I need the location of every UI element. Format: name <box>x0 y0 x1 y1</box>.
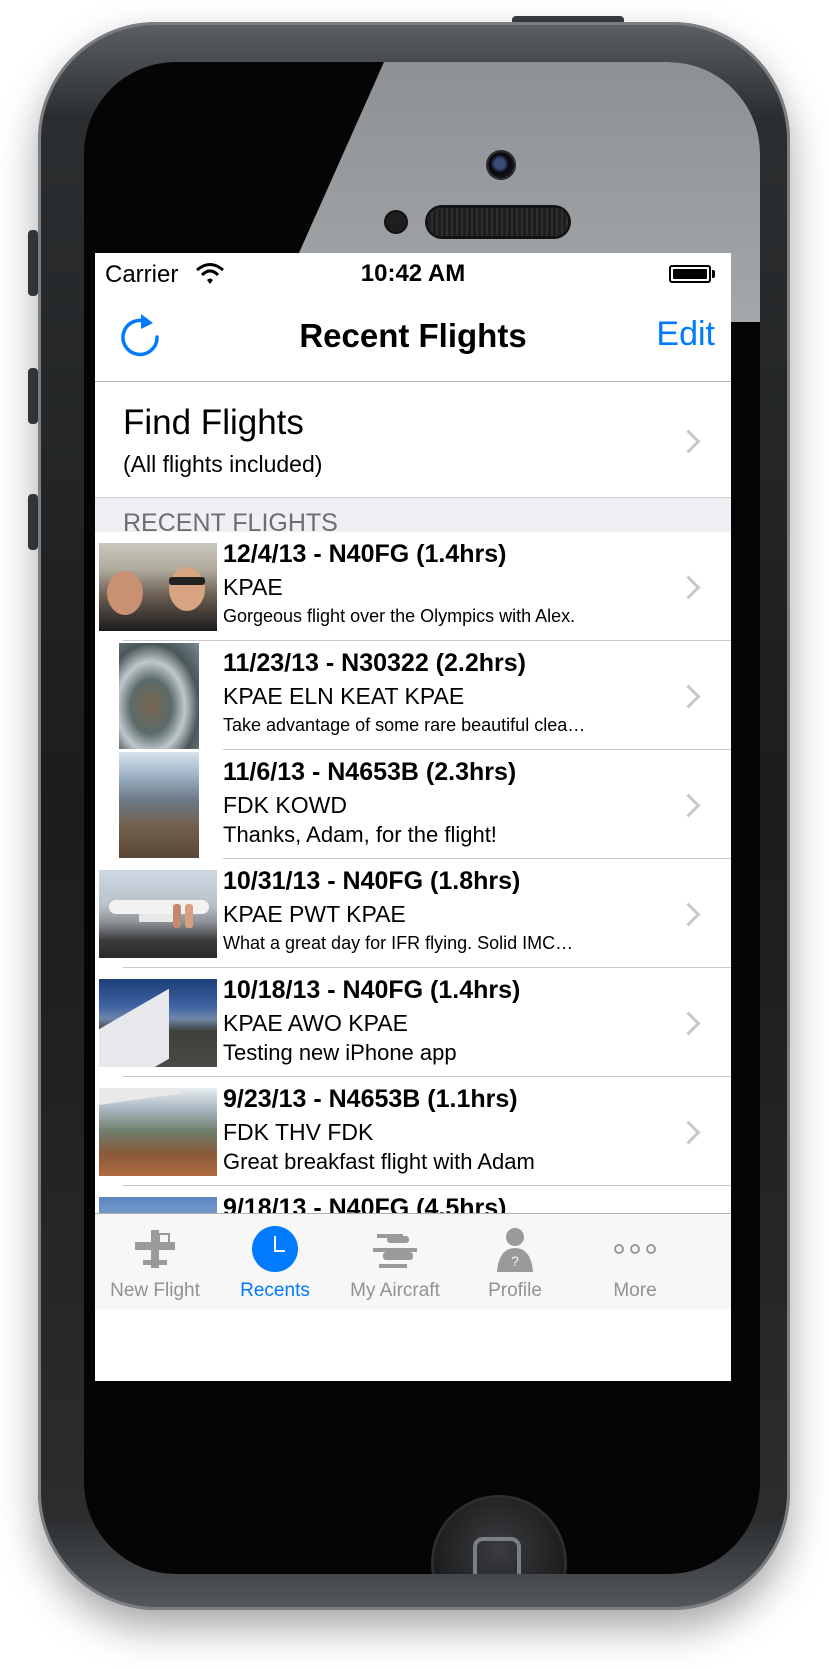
flight-thumbnail <box>99 1088 217 1176</box>
chevron-right-icon <box>676 575 701 600</box>
profile-icon: ? <box>497 1228 533 1272</box>
tab-label: Recents <box>240 1280 310 1301</box>
tab-new-flight[interactable]: New Flight <box>95 1214 215 1309</box>
status-time: 10:42 AM <box>360 260 466 287</box>
tab-more[interactable]: More <box>575 1214 695 1309</box>
new-flight-icon <box>135 1230 175 1268</box>
flight-title: 12/4/13 - N40FG (1.4hrs) <box>223 540 507 568</box>
tab-profile[interactable]: ? Profile <box>455 1214 575 1309</box>
tab-label: New Flight <box>110 1280 200 1301</box>
tab-recents[interactable]: Recents <box>215 1214 335 1309</box>
flight-row[interactable]: 11/6/13 - N4653B (2.3hrs) FDK KOWD Thank… <box>95 750 731 859</box>
tab-label: My Aircraft <box>350 1280 440 1301</box>
tab-label: More <box>613 1280 657 1301</box>
tab-bar: New Flight Recents My Aircraft ? Profile… <box>95 1213 731 1309</box>
flight-thumbnail <box>99 870 217 958</box>
aircraft-icon <box>373 1234 417 1268</box>
chevron-right-icon <box>676 793 701 818</box>
page-title: Recent Flights <box>299 317 527 354</box>
flight-route: KPAE PWT KPAE <box>223 901 406 927</box>
chevron-right-icon <box>676 902 701 927</box>
tab-my-aircraft[interactable]: My Aircraft <box>335 1214 455 1309</box>
flight-route: KPAE ELN KEAT KPAE <box>223 683 465 709</box>
flight-route: FDK KOWD <box>223 792 347 818</box>
chevron-right-icon <box>676 684 701 709</box>
flight-row[interactable]: 9/23/13 - N4653B (1.1hrs) FDK THV FDK Gr… <box>95 1077 731 1186</box>
chevron-right-icon <box>676 1120 701 1145</box>
flight-title: 11/23/13 - N30322 (2.2hrs) <box>223 649 526 677</box>
app-screen: Carrier 10:42 AM Recent Flights Edit Fin… <box>95 253 731 1381</box>
flight-row[interactable]: 10/18/13 - N40FG (1.4hrs) KPAE AWO KPAE … <box>95 968 731 1077</box>
chevron-right-icon <box>676 1011 701 1036</box>
chevron-right-icon <box>676 429 701 454</box>
home-square-icon <box>473 1537 521 1574</box>
more-icon <box>614 1244 656 1254</box>
front-camera <box>488 152 514 178</box>
flight-title: 11/6/13 - N4653B (2.3hrs) <box>223 758 517 786</box>
flight-note: Gorgeous flight over the Olympics with A… <box>223 606 576 626</box>
flight-thumbnail <box>119 752 199 858</box>
svg-text:?: ? <box>511 1253 519 1269</box>
flight-title: 10/18/13 - N40FG (1.4hrs) <box>223 976 521 1004</box>
earpiece-speaker <box>428 208 568 236</box>
find-flights-subtitle: (All flights included) <box>123 451 323 477</box>
edit-button[interactable]: Edit <box>656 315 715 354</box>
flight-route: KPAE <box>223 574 283 600</box>
flight-route: KPAE AWO KPAE <box>223 1010 408 1036</box>
battery-tip <box>712 270 715 278</box>
flight-note: Take advantage of some rare beautiful cl… <box>223 715 586 735</box>
battery-icon <box>669 265 711 283</box>
flight-row[interactable]: 12/4/13 - N40FG (1.4hrs) KPAE Gorgeous f… <box>95 532 731 641</box>
flight-thumbnail <box>99 979 217 1067</box>
find-flights-title: Find Flights <box>123 403 304 442</box>
recents-clock-icon <box>252 1226 298 1272</box>
status-bar: Carrier 10:42 AM <box>95 253 731 295</box>
flight-title: 10/31/13 - N40FG (1.8hrs) <box>223 867 521 895</box>
home-button[interactable] <box>434 1498 564 1574</box>
flight-row[interactable]: 10/31/13 - N40FG (1.8hrs) KPAE PWT KPAE … <box>95 859 731 968</box>
volume-up-button <box>28 368 38 424</box>
proximity-sensor <box>386 212 406 232</box>
mute-switch <box>28 230 38 296</box>
flight-note: What a great day for IFR flying. Solid I… <box>223 933 574 953</box>
flight-row[interactable]: 11/23/13 - N30322 (2.2hrs) KPAE ELN KEAT… <box>95 641 731 750</box>
navigation-bar: Recent Flights Edit <box>95 295 731 382</box>
volume-down-button <box>28 494 38 550</box>
flight-note: Thanks, Adam, for the flight! <box>223 822 497 847</box>
flight-route: FDK THV FDK <box>223 1119 374 1145</box>
flight-note: Great breakfast flight with Adam <box>223 1149 535 1174</box>
flight-note: Testing new iPhone app <box>223 1040 457 1065</box>
find-flights-row[interactable]: Find Flights (All flights included) <box>95 383 731 497</box>
flight-title: 9/23/13 - N4653B (1.1hrs) <box>223 1085 518 1113</box>
flight-thumbnail <box>99 543 217 631</box>
tab-label: Profile <box>488 1280 542 1301</box>
flight-thumbnail <box>119 643 199 749</box>
